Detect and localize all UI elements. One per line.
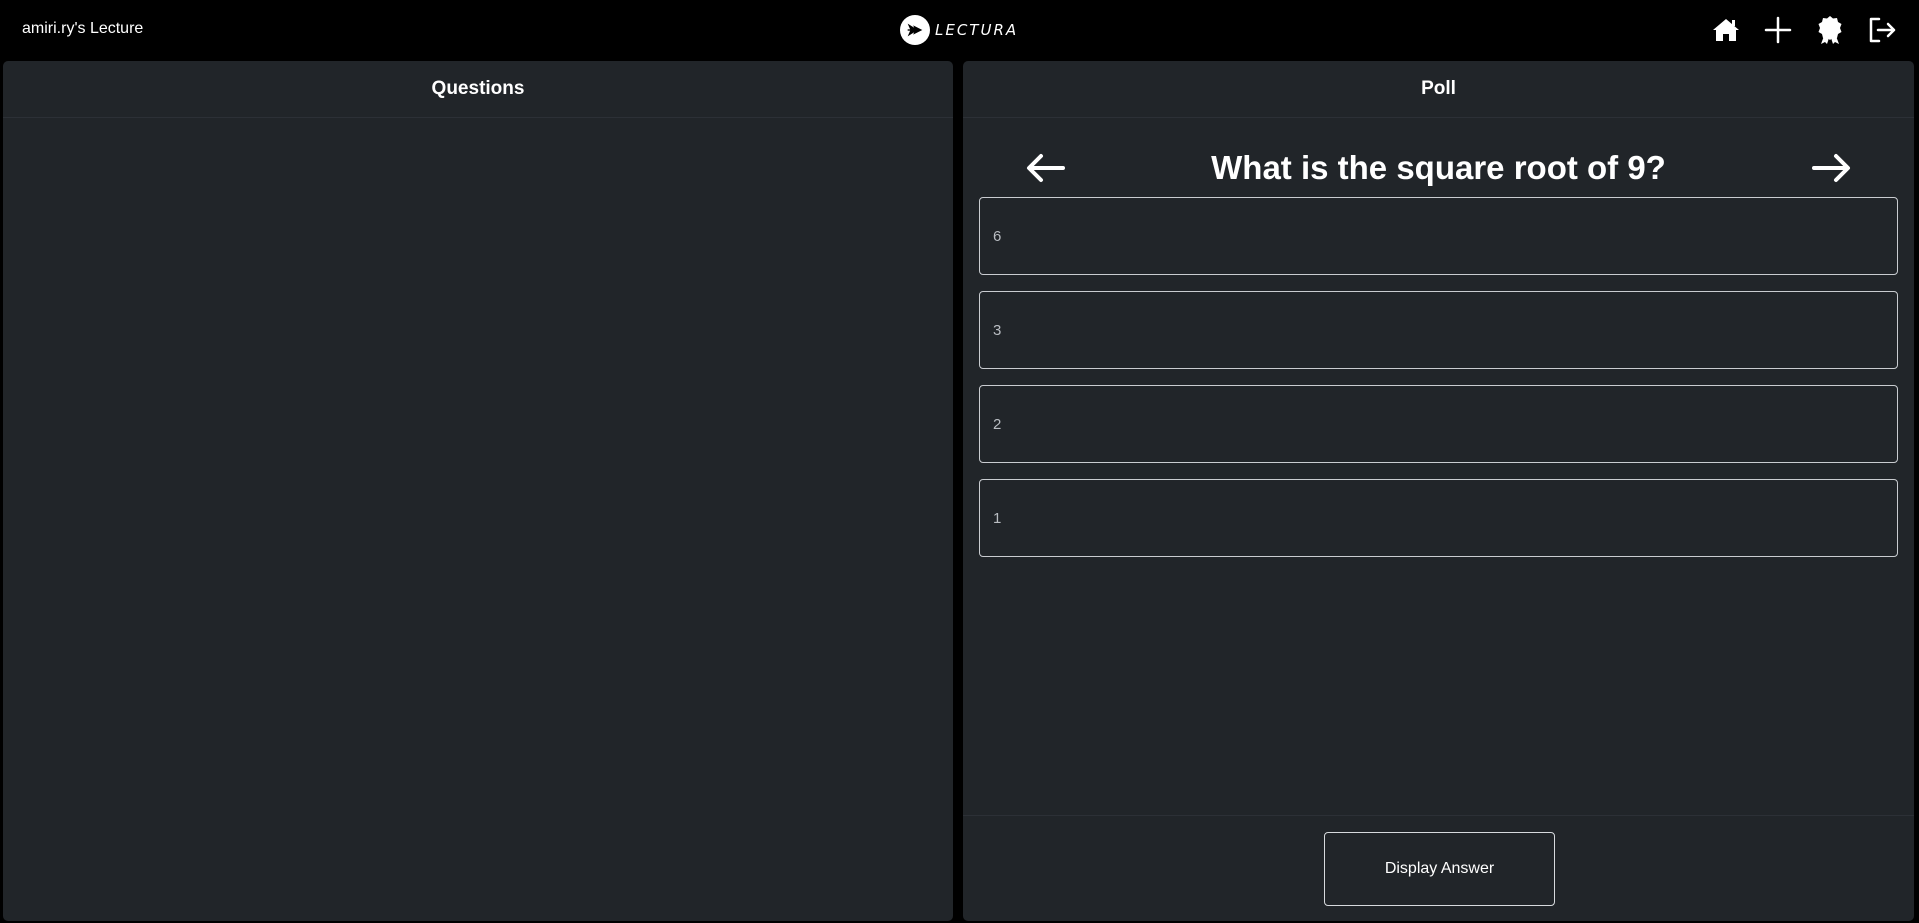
questions-panel: Questions — [3, 61, 953, 921]
poll-option-label: 1 — [993, 509, 1002, 527]
home-icon[interactable] — [1709, 14, 1743, 46]
questions-panel-title: Questions — [3, 61, 953, 118]
poll-option-label: 3 — [993, 321, 1002, 339]
poll-panel-title: Poll — [963, 61, 1914, 118]
poll-option-label: 2 — [993, 415, 1002, 433]
brand[interactable]: LECTURA — [900, 14, 1018, 46]
poll-footer: Display Answer — [963, 815, 1914, 921]
lecture-title: amiri.ry's Lecture — [22, 20, 144, 37]
top-icon-group — [1709, 14, 1899, 46]
plus-icon[interactable] — [1761, 14, 1795, 46]
poll-option-label: 6 — [993, 227, 1002, 245]
poll-panel: Poll What is the square root of 9? 6 3 2… — [963, 61, 1914, 921]
top-navbar: amiri.ry's Lecture LECTURA — [0, 0, 1919, 60]
arrow-right-icon — [1812, 154, 1850, 182]
poll-option[interactable]: 1 — [979, 479, 1898, 557]
logout-icon[interactable] — [1865, 14, 1899, 46]
badge-icon[interactable] — [1813, 14, 1847, 46]
poll-option[interactable]: 6 — [979, 197, 1898, 275]
previous-poll-button[interactable] — [1021, 146, 1071, 190]
brand-name: LECTURA — [935, 21, 1019, 39]
poll-question-row: What is the square root of 9? — [963, 141, 1914, 195]
poll-options: 6 3 2 1 — [979, 197, 1898, 573]
poll-option[interactable]: 3 — [979, 291, 1898, 369]
arrow-left-icon — [1027, 154, 1065, 182]
lectura-logo-icon — [900, 15, 930, 45]
poll-question: What is the square root of 9? — [1211, 149, 1666, 186]
display-answer-button[interactable]: Display Answer — [1324, 832, 1555, 906]
next-poll-button[interactable] — [1806, 146, 1856, 190]
poll-option[interactable]: 2 — [979, 385, 1898, 463]
